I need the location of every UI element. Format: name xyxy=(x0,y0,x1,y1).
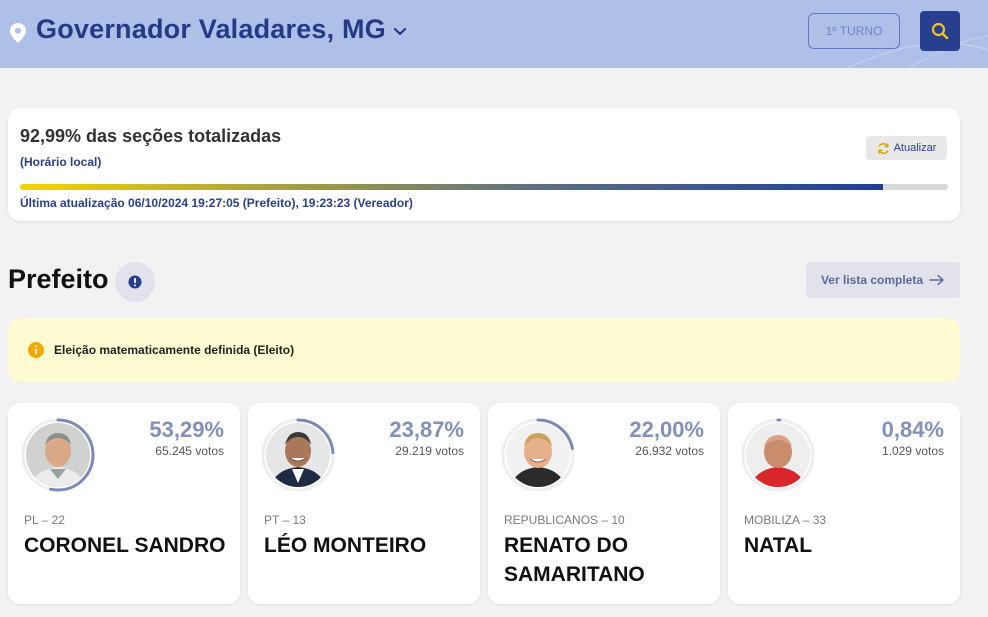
warning-info-icon xyxy=(28,342,44,358)
sections-totalized-title: 92,99% das seções totalizadas xyxy=(20,126,282,146)
election-defined-notice: Eleição matematicamente definida (Eleito… xyxy=(8,318,960,382)
search-icon xyxy=(931,22,949,40)
party-number: PT – 13 xyxy=(264,513,306,527)
candidate-portrait-icon xyxy=(746,423,810,487)
candidate-portrait-icon xyxy=(506,423,570,487)
candidate-name: NATAL xyxy=(744,534,813,557)
search-button[interactable] xyxy=(920,11,960,51)
candidate-avatar-wrapper xyxy=(20,417,96,493)
full-list-label: Ver lista completa xyxy=(820,273,924,287)
location-pin-icon xyxy=(10,23,26,43)
vote-percentage: 23,87% xyxy=(389,417,464,442)
candidate-name: CORONEL SANDRO xyxy=(24,534,226,557)
vote-count: 1.029 votos xyxy=(881,444,944,458)
candidate-portrait-icon xyxy=(266,423,330,487)
candidate-avatar-wrapper xyxy=(500,417,576,493)
vote-percentage: 0,84% xyxy=(881,417,944,442)
candidate-photo xyxy=(26,423,90,487)
candidate-photo xyxy=(746,423,810,487)
info-icon xyxy=(128,275,142,289)
full-list-button[interactable]: Ver lista completa xyxy=(806,262,960,298)
notice-text: Eleição matematicamente definida (Eleito… xyxy=(54,343,295,357)
candidate-portrait-icon xyxy=(26,423,90,487)
candidate-card[interactable]: 23,87% 29.219 votos PT – 13 LÉO MONTEIRO xyxy=(248,403,480,604)
header-bar: Governador Valadares, MG 1º TURNO xyxy=(0,0,988,68)
candidate-name: RENATO DO SAMARITANO xyxy=(504,534,645,586)
candidate-card[interactable]: 22,00% 26.932 votos REPUBLICANOS – 10 RE… xyxy=(488,403,720,604)
candidate-avatar-wrapper xyxy=(260,417,336,493)
progress-fill xyxy=(20,184,883,190)
local-time-label: (Horário local) xyxy=(20,155,102,169)
vote-percentage: 53,29% xyxy=(149,417,224,442)
party-number: REPUBLICANOS – 10 xyxy=(504,513,625,527)
refresh-icon xyxy=(877,142,889,154)
last-update-text: Última atualização 06/10/2024 19:27:05 (… xyxy=(20,196,413,210)
candidate-card[interactable]: 0,84% 1.029 votos MOBILIZA – 33 NATAL xyxy=(728,403,960,604)
vote-count: 65.245 votos xyxy=(155,444,224,458)
totalization-status-card: 92,99% das seções totalizadas (Horário l… xyxy=(8,108,960,221)
section-title: Prefeito xyxy=(8,264,109,294)
refresh-button[interactable]: Atualizar xyxy=(866,136,947,160)
city-selector[interactable]: Governador Valadares, MG xyxy=(36,14,386,45)
vote-count: 29.219 votos xyxy=(395,444,464,458)
round-toggle-button[interactable]: 1º TURNO xyxy=(808,13,900,49)
chevron-down-icon[interactable] xyxy=(393,26,407,38)
totalization-progress-bar xyxy=(20,184,948,190)
arrow-right-icon xyxy=(929,274,944,286)
party-number: MOBILIZA – 33 xyxy=(744,513,827,527)
candidate-name: LÉO MONTEIRO xyxy=(264,534,427,557)
vote-count: 26.932 votos xyxy=(635,444,704,458)
party-number: PL – 22 xyxy=(24,513,65,527)
candidate-card[interactable]: 53,29% 65.245 votos PL – 22 CORONEL SAND… xyxy=(8,403,240,604)
candidate-avatar-wrapper xyxy=(740,417,816,493)
refresh-label: Atualizar xyxy=(893,142,937,154)
info-button[interactable] xyxy=(115,262,155,302)
vote-percentage: 22,00% xyxy=(629,417,704,442)
candidate-photo xyxy=(266,423,330,487)
candidate-photo xyxy=(506,423,570,487)
